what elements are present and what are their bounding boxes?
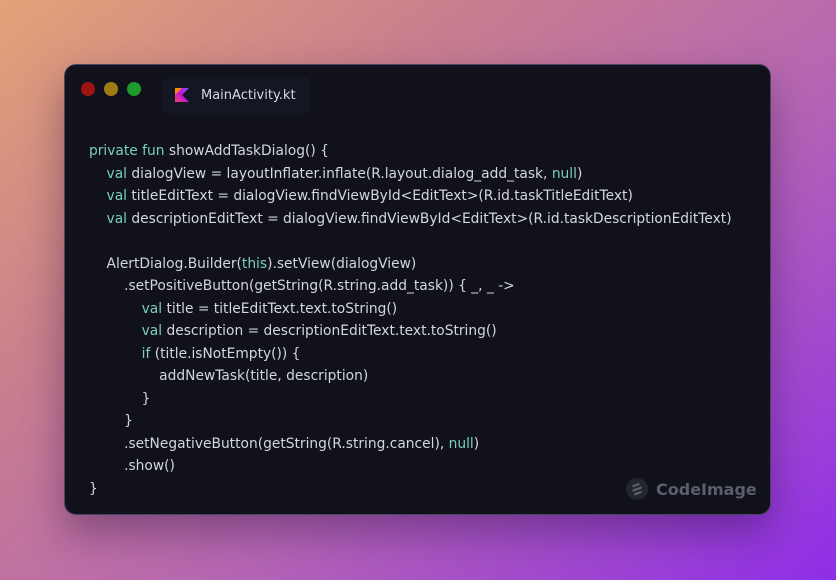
codeimage-logo-icon bbox=[626, 478, 648, 500]
code-line: val title = titleEditText.text.toString(… bbox=[89, 298, 732, 321]
code-keyword: val bbox=[141, 323, 167, 339]
code-keyword: val bbox=[106, 210, 132, 227]
code-keyword: this bbox=[241, 255, 268, 272]
code-keyword: private fun bbox=[89, 143, 169, 159]
code-line: } bbox=[89, 388, 732, 411]
file-tab-label: MainActivity.kt bbox=[201, 87, 296, 103]
code-line: addNewTask(title, description) bbox=[89, 365, 732, 388]
code-window: MainActivity.kt private fun showAddTaskD… bbox=[64, 64, 771, 515]
code-token: addNewTask(title, description) bbox=[89, 368, 369, 384]
code-token: dialogView = layoutInflater.inflate(R.la… bbox=[131, 165, 552, 182]
code-token: description = descriptionEditText.text.t… bbox=[166, 323, 497, 339]
code-token: } bbox=[89, 413, 133, 429]
code-keyword: null bbox=[448, 435, 474, 452]
code-line: } bbox=[89, 410, 732, 433]
code-keyword: val bbox=[106, 188, 132, 204]
file-tab[interactable]: MainActivity.kt bbox=[163, 77, 310, 113]
code-line: val descriptionEditText = dialogView.fin… bbox=[89, 208, 732, 231]
code-token: ).setView(dialogView) bbox=[267, 255, 417, 272]
code-line: .show() bbox=[89, 455, 732, 478]
code-token: AlertDialog.Builder( bbox=[89, 255, 242, 272]
code-keyword: val bbox=[106, 165, 132, 182]
watermark-text: CodeImage bbox=[656, 479, 757, 499]
code-token: title = titleEditText.text.toString() bbox=[166, 300, 398, 317]
kotlin-file-icon bbox=[175, 88, 189, 102]
code-token: titleEditText = dialogView.findViewById<… bbox=[131, 188, 633, 204]
code-token: .setNegativeButton(getString(R.string.ca… bbox=[89, 435, 449, 452]
close-window-button[interactable] bbox=[81, 82, 95, 96]
code-token: descriptionEditText = dialogView.findVie… bbox=[131, 210, 732, 227]
code-token: } bbox=[89, 480, 98, 497]
code-line: .setNegativeButton(getString(R.string.ca… bbox=[89, 433, 732, 456]
code-token: .show() bbox=[89, 458, 175, 474]
code-line: .setPositiveButton(getString(R.string.ad… bbox=[89, 275, 732, 298]
code-token: showAddTaskDialog() { bbox=[168, 143, 329, 159]
code-token: } bbox=[89, 390, 151, 407]
codeimage-watermark: CodeImage bbox=[626, 478, 757, 500]
code-line: val description = descriptionEditText.te… bbox=[89, 320, 732, 343]
code-line: AlertDialog.Builder(this).setView(dialog… bbox=[89, 253, 732, 276]
maximize-window-button[interactable] bbox=[127, 82, 141, 96]
code-token: (title.isNotEmpty()) { bbox=[154, 345, 301, 362]
code-keyword: if bbox=[141, 345, 155, 362]
code-keyword: val bbox=[141, 300, 167, 317]
code-line: val titleEditText = dialogView.findViewB… bbox=[89, 185, 732, 208]
code-line: val dialogView = layoutInflater.inflate(… bbox=[89, 163, 732, 186]
code-line: private fun showAddTaskDialog() { bbox=[89, 140, 732, 163]
window-titlebar: MainActivity.kt bbox=[65, 65, 770, 117]
code-token: .setPositiveButton(getString(R.string.ad… bbox=[89, 278, 515, 294]
code-token: ) bbox=[576, 165, 583, 182]
minimize-window-button[interactable] bbox=[104, 82, 118, 96]
code-block[interactable]: private fun showAddTaskDialog() { val di… bbox=[89, 140, 732, 500]
code-token: ) bbox=[473, 435, 480, 452]
code-line: if (title.isNotEmpty()) { bbox=[89, 343, 732, 366]
code-keyword: null bbox=[551, 165, 577, 182]
